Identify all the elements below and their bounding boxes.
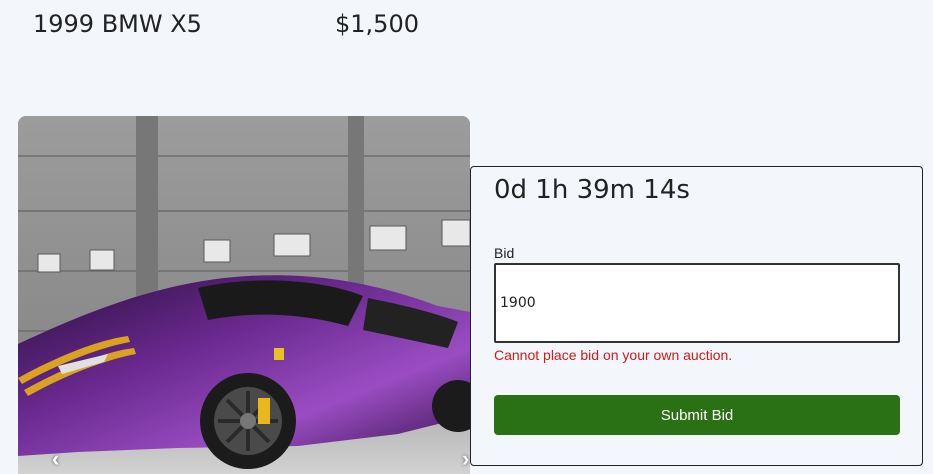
- submit-bid-button[interactable]: Submit Bid: [494, 395, 900, 435]
- image-carousel[interactable]: ‹ ›: [18, 116, 470, 474]
- bid-panel: 0d 1h 39m 14s Bid Cannot place bid on yo…: [470, 166, 923, 466]
- carousel-prev-arrow[interactable]: ‹: [52, 446, 59, 472]
- bid-label: Bid: [494, 245, 515, 261]
- listing-title: 1999 BMW X5: [33, 10, 202, 38]
- auction-countdown: 0d 1h 39m 14s: [494, 175, 690, 205]
- car-photo: [18, 116, 470, 474]
- listing-price: $1,500: [335, 10, 419, 38]
- bid-error-message: Cannot place bid on your own auction.: [494, 347, 733, 363]
- carousel-next-arrow[interactable]: ›: [462, 446, 469, 472]
- bid-input[interactable]: [494, 263, 900, 343]
